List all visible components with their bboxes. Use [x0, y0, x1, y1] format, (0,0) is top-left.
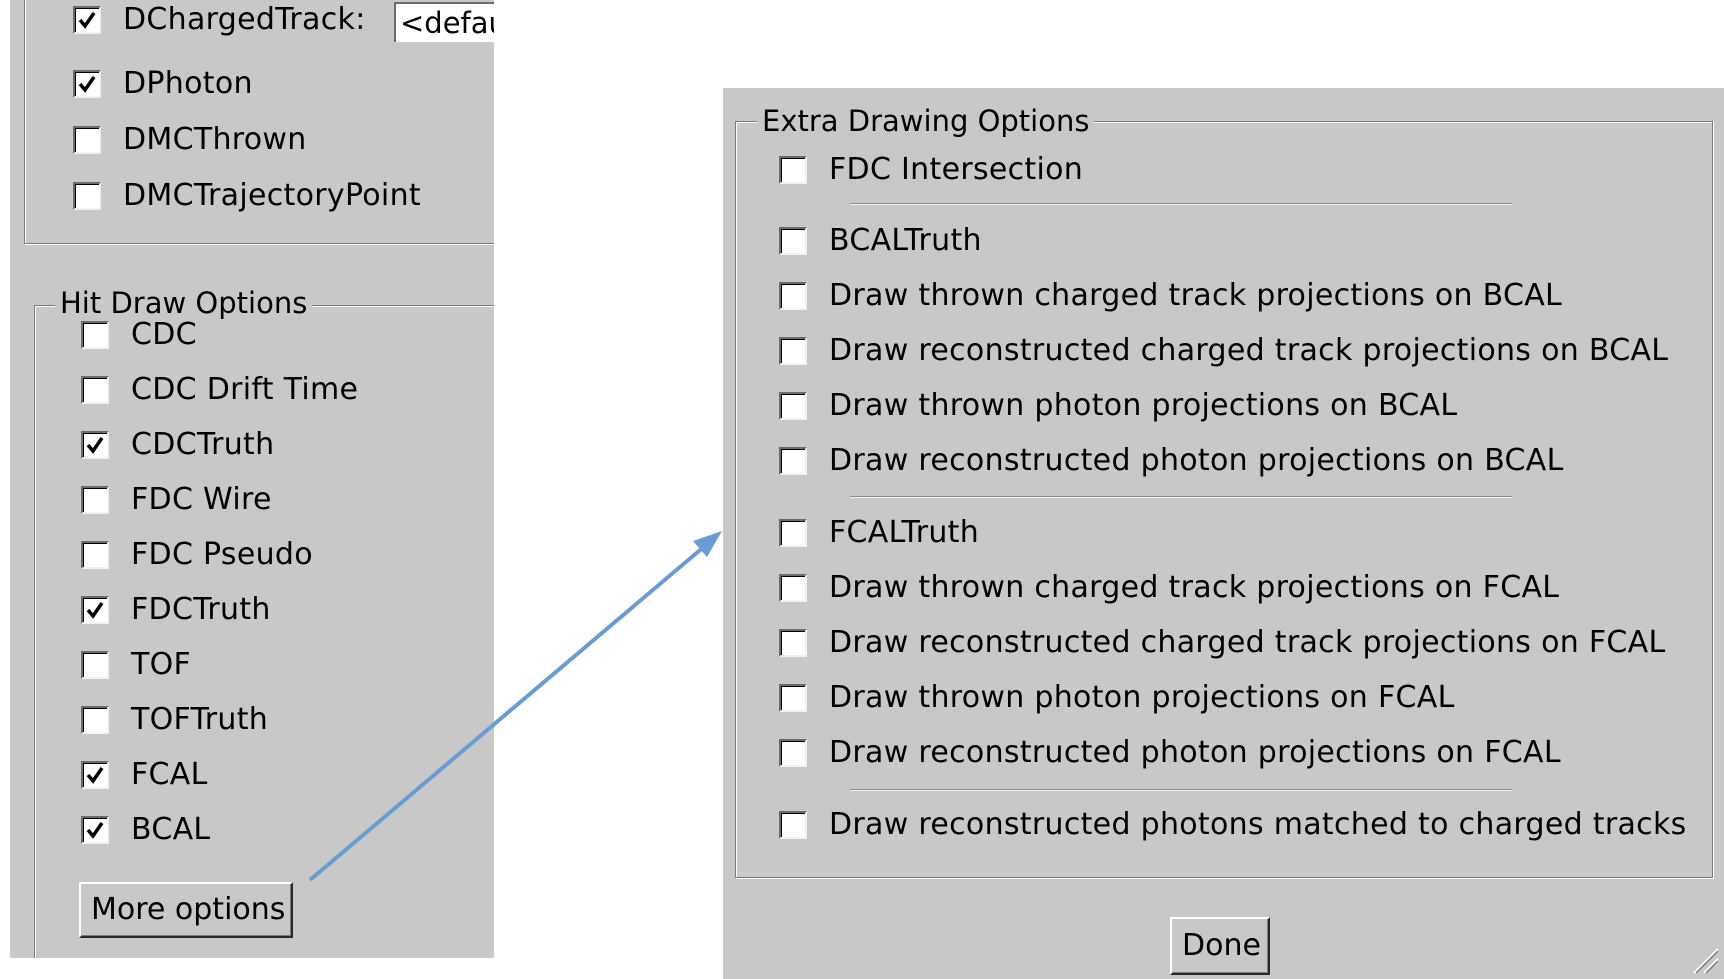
checkbox-label: Draw reconstructed photons matched to ch…: [829, 807, 1687, 842]
checkbox-label: CDCTruth: [131, 427, 275, 462]
separator: [850, 789, 1512, 791]
extra-option-row[interactable]: Draw thrown photon projections on FCAL: [779, 678, 1455, 718]
extra-option-row[interactable]: BCALTruth: [779, 221, 982, 261]
hit-option-row[interactable]: FDC Wire: [81, 480, 272, 520]
extra-option-row[interactable]: FCALTruth: [779, 513, 979, 553]
resize-grip-icon[interactable]: [1688, 943, 1720, 975]
checkbox[interactable]: [81, 596, 109, 624]
checkbox[interactable]: [779, 574, 807, 602]
checkbox[interactable]: [779, 811, 807, 839]
extra-option-row[interactable]: Draw thrown charged track projections on…: [779, 568, 1559, 608]
checkbox-label: TOFTruth: [131, 702, 269, 737]
checkbox-label: BCAL: [131, 812, 211, 847]
checkbox[interactable]: [779, 392, 807, 420]
checkbox[interactable]: [81, 706, 109, 734]
extra-drawing-options-legend: Extra Drawing Options: [757, 104, 1095, 138]
checkbox-label: DMCThrown: [123, 122, 307, 157]
checkbox-label: Draw reconstructed charged track project…: [829, 625, 1666, 660]
checkbox-label: Draw thrown charged track projections on…: [829, 278, 1563, 313]
checkbox-label: FDCTruth: [131, 592, 271, 627]
checkbox-label: FDC Pseudo: [131, 537, 313, 572]
checkbox[interactable]: [779, 282, 807, 310]
checkbox[interactable]: [779, 519, 807, 547]
extra-option-row[interactable]: Draw reconstructed photon projections on…: [779, 733, 1561, 773]
checkbox-row-dphoton[interactable]: DPhoton: [73, 64, 253, 104]
more-options-button[interactable]: More options: [79, 882, 293, 938]
separator: [850, 496, 1512, 498]
checkbox-label: DPhoton: [123, 66, 253, 101]
checkbox[interactable]: [779, 447, 807, 475]
done-button[interactable]: Done: [1170, 917, 1270, 975]
hit-option-row[interactable]: FDCTruth: [81, 590, 271, 630]
checkbox[interactable]: [779, 739, 807, 767]
extra-option-row[interactable]: Draw reconstructed charged track project…: [779, 623, 1666, 663]
checkbox-dchargedtrack[interactable]: [73, 6, 101, 34]
checkbox-label: BCALTruth: [829, 223, 982, 258]
checkbox-label: TOF: [131, 647, 192, 682]
checkmark-icon: [86, 602, 104, 619]
checkbox-row-dchargedtrack[interactable]: DChargedTrack:: [73, 0, 366, 40]
checkbox-dmctrajectorypoint[interactable]: [73, 182, 101, 210]
checkbox-label: CDC Drift Time: [131, 372, 359, 407]
checkbox-label: FCAL: [131, 757, 208, 792]
checkmark-icon: [78, 12, 96, 29]
checkmark-icon: [86, 822, 104, 839]
dchargedtrack-tag-field[interactable]: <defau: [394, 2, 494, 42]
checkbox[interactable]: [779, 227, 807, 255]
hit-option-row[interactable]: CDCTruth: [81, 425, 274, 465]
checkbox-label: Draw thrown photon projections on FCAL: [829, 680, 1455, 715]
hit-option-row[interactable]: TOF: [81, 645, 191, 685]
hit-option-row[interactable]: FDC Pseudo: [81, 535, 313, 575]
extra-option-row[interactable]: Draw reconstructed photons matched to ch…: [779, 805, 1687, 845]
checkbox[interactable]: [81, 761, 109, 789]
checkbox[interactable]: [779, 337, 807, 365]
checkbox-label: Draw reconstructed photon projections on…: [829, 735, 1561, 770]
checkmark-icon: [78, 76, 96, 93]
checkbox-label: DChargedTrack:: [123, 2, 366, 37]
checkbox[interactable]: [81, 431, 109, 459]
checkbox-label: FDC Wire: [131, 482, 272, 517]
checkbox-dmcthrown[interactable]: [73, 126, 101, 154]
extra-option-row[interactable]: Draw thrown charged track projections on…: [779, 276, 1562, 316]
checkbox-dphoton[interactable]: [73, 70, 101, 98]
checkbox[interactable]: [779, 156, 807, 184]
checkbox-label: FCALTruth: [829, 515, 980, 550]
checkbox-label: CDC: [131, 317, 197, 352]
checkbox[interactable]: [81, 376, 109, 404]
separator: [850, 203, 1512, 205]
checkbox-label: FDC Intersection: [829, 152, 1084, 187]
checkbox-row-dmctrajectorypoint[interactable]: DMCTrajectoryPoint: [73, 176, 421, 216]
hit-option-row[interactable]: FCAL: [81, 755, 208, 795]
checkbox-label: Draw thrown photon projections on BCAL: [829, 388, 1458, 423]
hit-option-row[interactable]: CDC: [81, 315, 197, 355]
extra-option-row[interactable]: Draw reconstructed photon projections on…: [779, 441, 1564, 481]
checkbox-label: Draw thrown charged track projections on…: [829, 570, 1560, 605]
checkbox[interactable]: [81, 321, 109, 349]
extra-option-row[interactable]: Draw reconstructed charged track project…: [779, 331, 1668, 371]
checkbox-row-dmcthrown[interactable]: DMCThrown: [73, 120, 307, 160]
hit-option-row[interactable]: BCAL: [81, 810, 210, 850]
checkbox[interactable]: [779, 684, 807, 712]
checkbox[interactable]: [81, 816, 109, 844]
checkmark-icon: [86, 767, 104, 784]
checkbox[interactable]: [81, 541, 109, 569]
hit-option-row[interactable]: CDC Drift Time: [81, 370, 358, 410]
extra-option-row[interactable]: Draw thrown photon projections on BCAL: [779, 386, 1457, 426]
checkbox-label: Draw reconstructed photon projections on…: [829, 443, 1564, 478]
checkbox-label: Draw reconstructed charged track project…: [829, 333, 1669, 368]
checkbox[interactable]: [81, 486, 109, 514]
left-options-panel: DChargedTrack: <defau DPhoton DMCThrown …: [10, 0, 494, 958]
checkbox[interactable]: [779, 629, 807, 657]
extra-option-row[interactable]: FDC Intersection: [779, 150, 1083, 190]
hit-option-row[interactable]: TOFTruth: [81, 700, 268, 740]
checkmark-icon: [86, 437, 104, 454]
extra-drawing-options-dialog: Extra Drawing Options FDC Intersection BC…: [723, 88, 1724, 979]
checkbox[interactable]: [81, 651, 109, 679]
checkbox-label: DMCTrajectoryPoint: [123, 178, 421, 213]
